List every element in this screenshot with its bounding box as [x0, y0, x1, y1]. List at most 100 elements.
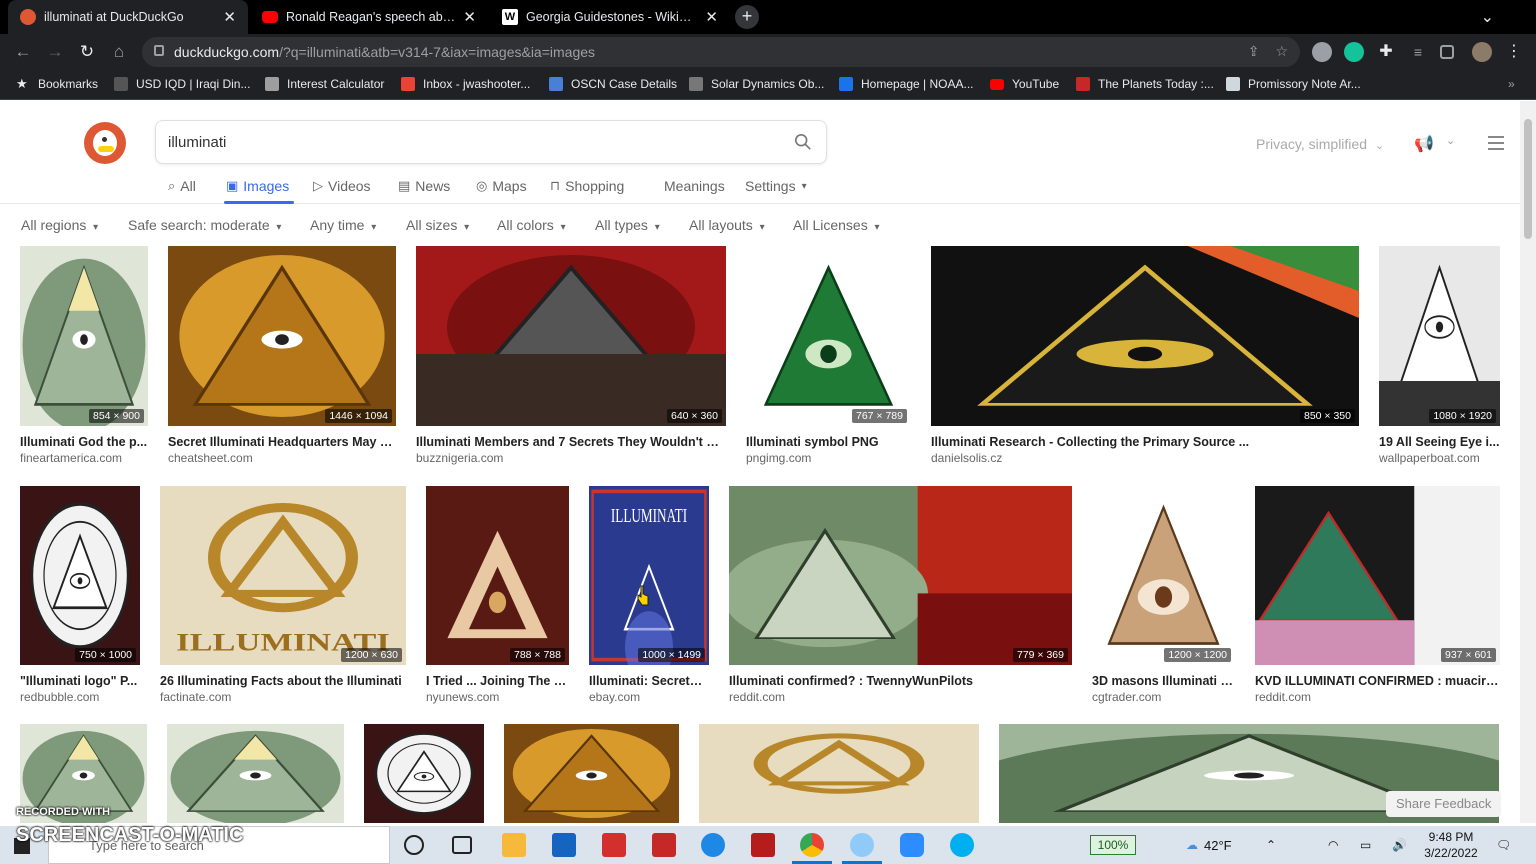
image-thumbnail[interactable]: 640 × 360	[416, 246, 726, 426]
filter-license[interactable]: All Licenses	[793, 217, 880, 233]
filter-region[interactable]: All regions	[21, 217, 98, 233]
image-thumbnail[interactable]: 750 × 1000	[20, 486, 140, 665]
hamburger-menu-icon[interactable]	[1488, 136, 1504, 154]
battery-icon[interactable]: ▭	[1360, 826, 1371, 864]
weather[interactable]: ☁ 42°F	[1186, 826, 1232, 864]
image-result[interactable]: 788 × 788 I Tried ... Joining The Il... ny…	[426, 486, 569, 705]
tab-maps[interactable]: ◎ Maps	[476, 178, 527, 194]
image-thumbnail[interactable]: 1080 × 1920	[1379, 246, 1500, 426]
tab-all[interactable]: ⌕ All	[168, 178, 196, 194]
tab-duckduckgo[interactable]: illuminati at DuckDuckGo ✕	[8, 0, 248, 34]
filter-time[interactable]: Any time	[310, 217, 376, 233]
bookmark-item[interactable]: Promissory Note Ar...	[1226, 77, 1361, 91]
cortana-icon[interactable]	[404, 835, 424, 855]
image-result[interactable]: 937 × 601 KVD ILLUMINATI CONFIRMED : muac…	[1255, 486, 1500, 705]
share-feedback-button[interactable]: Share Feedback	[1386, 791, 1502, 817]
bookmark-item[interactable]: USD IQD | Iraqi Din...	[114, 77, 250, 91]
image-source[interactable]: reddit.com	[729, 690, 785, 704]
pdf-icon[interactable]	[652, 833, 676, 857]
kebab-menu-icon[interactable]: ⋮	[1504, 42, 1524, 62]
duckduckgo-logo[interactable]	[84, 122, 126, 164]
notifications-icon[interactable]: 🗨	[1496, 826, 1511, 864]
image-source[interactable]: reddit.com	[1255, 690, 1311, 704]
network-icon[interactable]: ◠	[1328, 826, 1338, 864]
privacy-dropdown[interactable]: Privacy, simplified ⌄	[1256, 136, 1384, 152]
bookmark-item[interactable]: YouTube	[990, 77, 1059, 91]
reload-icon[interactable]: ↻	[76, 41, 98, 63]
image-result[interactable]	[167, 724, 344, 823]
image-title[interactable]: Illuminati confirmed? : TwennyWunPilots	[729, 674, 1072, 688]
image-thumbnail[interactable]	[699, 724, 979, 823]
image-result[interactable]: ILLUMINATI 1000 × 1499 Illuminati: Secrets…	[589, 486, 709, 705]
skype-icon[interactable]	[950, 833, 974, 857]
image-title[interactable]: Illuminati Research - Collecting the Pri…	[931, 435, 1359, 449]
image-thumbnail[interactable]: 1200 × 1200	[1092, 486, 1235, 665]
image-title[interactable]: 3D masons Illuminati S...	[1092, 674, 1235, 688]
search-query[interactable]: illuminati	[168, 134, 226, 151]
image-result[interactable]: 1200 × 1200 3D masons Illuminati S... cgtr…	[1092, 486, 1235, 705]
image-thumbnail[interactable]	[364, 724, 484, 823]
bookmark-item[interactable]: OSCN Case Details	[549, 77, 677, 91]
search-icon[interactable]	[794, 133, 812, 151]
scrollbar-thumb[interactable]	[1524, 119, 1532, 239]
image-result[interactable]: 750 × 1000 "Illuminati logo" P... redbubbl…	[20, 486, 140, 705]
image-thumbnail[interactable]: 1446 × 1094	[168, 246, 396, 426]
zoom-level-badge[interactable]: 100%	[1090, 835, 1136, 855]
filter-color[interactable]: All colors	[497, 217, 566, 233]
image-source[interactable]: nyunews.com	[426, 690, 499, 704]
avatar[interactable]	[1472, 42, 1492, 62]
task-view-icon[interactable]	[452, 836, 472, 854]
tab-shopping[interactable]: ⊓ Shopping	[550, 178, 624, 194]
image-source[interactable]: cgtrader.com	[1092, 690, 1161, 704]
image-source[interactable]: wallpaperboat.com	[1379, 451, 1480, 465]
image-result[interactable]	[699, 724, 979, 823]
filter-layout[interactable]: All layouts	[689, 217, 765, 233]
file-explorer-icon[interactable]	[502, 833, 526, 857]
image-title[interactable]: "Illuminati logo" P...	[20, 674, 140, 688]
forward-icon[interactable]: →	[44, 41, 66, 63]
playlist-icon[interactable]: ≡	[1408, 42, 1428, 62]
screencast-icon[interactable]	[850, 833, 874, 857]
bookmark-item[interactable]: ★ Bookmarks	[16, 77, 98, 92]
filter-safe-search[interactable]: Safe search: moderate	[128, 217, 281, 233]
tab-youtube[interactable]: Ronald Reagan's speech about a ✕	[250, 0, 488, 34]
image-title[interactable]: Illuminati symbol PNG	[746, 435, 911, 449]
close-tab-icon[interactable]: ✕	[705, 8, 718, 26]
search-input[interactable]: illuminati	[155, 120, 827, 164]
chevron-down-icon[interactable]: ⌄	[1446, 134, 1455, 147]
image-result[interactable]: 1446 × 1094 Secret Illuminati Headquarter…	[168, 246, 396, 466]
close-tab-icon[interactable]: ✕	[223, 8, 236, 26]
minimize-icon[interactable]: ⌄	[1481, 7, 1494, 27]
side-panel-icon[interactable]	[1440, 45, 1454, 59]
url-text[interactable]: duckduckgo.com/?q=illuminati&atb=v314-7&…	[174, 44, 595, 60]
tab-images[interactable]: ▣ Images	[226, 178, 289, 194]
image-result[interactable]: 767 × 789 Illuminati symbol PNG pngimg.com	[746, 246, 911, 466]
close-tab-icon[interactable]: ✕	[463, 8, 476, 26]
image-thumbnail[interactable]: 767 × 789	[746, 246, 911, 426]
app-icon[interactable]	[602, 833, 626, 857]
image-thumbnail[interactable]: 854 × 900	[20, 246, 148, 426]
image-source[interactable]: pngimg.com	[746, 451, 811, 465]
tab-meanings[interactable]: Meanings	[664, 178, 725, 194]
share-icon[interactable]: ⇪	[1248, 43, 1260, 60]
tab-news[interactable]: ▤ News	[398, 178, 450, 194]
image-result[interactable]: 854 × 900 Illuminati God the p... finearta…	[20, 246, 148, 466]
image-title[interactable]: Illuminati: Secrets ...	[589, 674, 709, 688]
image-thumbnail[interactable]: 850 × 350	[931, 246, 1359, 426]
bookmark-item[interactable]: Interest Calculator	[265, 77, 384, 91]
edge-icon[interactable]	[701, 833, 725, 857]
image-title[interactable]: KVD ILLUMINATI CONFIRMED : muacirc...	[1255, 674, 1500, 688]
tab-settings[interactable]: Settings ▾	[745, 178, 812, 194]
page-scrollbar[interactable]	[1520, 101, 1536, 823]
new-tab-button[interactable]: +	[735, 5, 759, 29]
image-thumbnail[interactable]	[167, 724, 344, 823]
address-bar[interactable]: duckduckgo.com/?q=illuminati&atb=v314-7&…	[142, 37, 1300, 67]
image-title[interactable]: Secret Illuminati Headquarters May B...	[168, 435, 396, 449]
image-result[interactable]	[364, 724, 484, 823]
store-icon[interactable]	[552, 833, 576, 857]
filter-size[interactable]: All sizes	[406, 217, 469, 233]
tab-wikipedia[interactable]: W Georgia Guidestones - Wikipedia ✕	[490, 0, 730, 34]
image-result[interactable]: ILLUMINATI 1200 × 630 26 Illuminating Fact…	[160, 486, 406, 705]
zoom-app-icon[interactable]	[900, 833, 924, 857]
image-thumbnail[interactable]: ILLUMINATI 1000 × 1499	[589, 486, 709, 665]
